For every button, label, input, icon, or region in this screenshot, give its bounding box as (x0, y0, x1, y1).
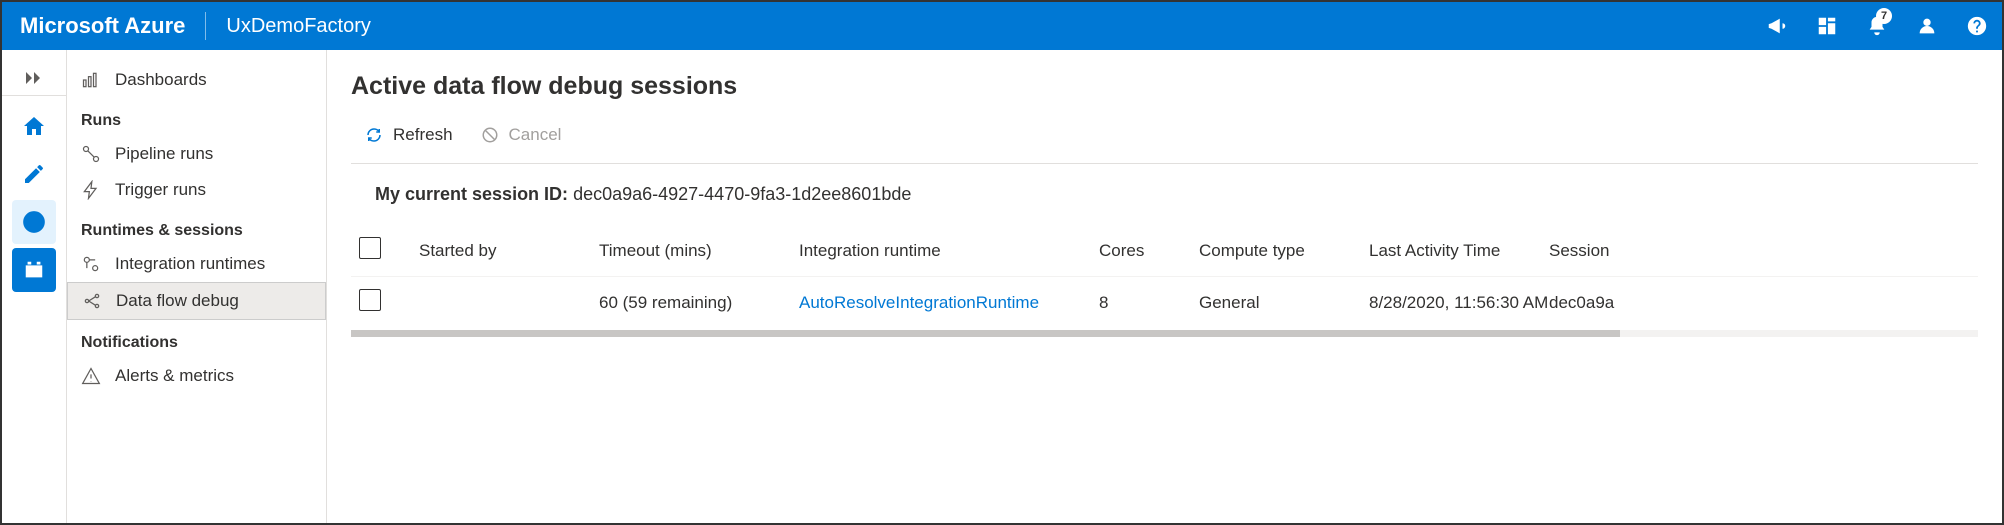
cell-cores: 8 (1099, 293, 1199, 313)
workspace-name: UxDemoFactory (226, 15, 370, 38)
cell-runtime-link[interactable]: AutoResolveIntegrationRuntime (799, 293, 1099, 313)
sidebar-item-alerts-metrics[interactable]: Alerts & metrics (67, 358, 326, 394)
sidebar-item-integration-runtimes[interactable]: Integration runtimes (67, 246, 326, 282)
sidebar-label: Data flow debug (116, 291, 239, 311)
session-id-label: My current session ID: (375, 184, 573, 204)
refresh-label: Refresh (393, 125, 453, 145)
session-id-value: dec0a9a6-4927-4470-9fa3-1d2ee8601bde (573, 184, 911, 204)
expand-rail-button[interactable] (2, 60, 66, 96)
sidebar-section-notifications: Notifications (67, 320, 326, 358)
sidebar-item-data-flow-debug[interactable]: Data flow debug (67, 282, 326, 320)
col-timeout[interactable]: Timeout (mins) (599, 241, 799, 261)
cell-last-activity: 8/28/2020, 11:56:30 AM (1369, 293, 1549, 313)
main-content: Active data flow debug sessions Refresh … (327, 50, 2002, 523)
table-row[interactable]: 60 (59 remaining) AutoResolveIntegration… (351, 276, 1978, 328)
sidebar-section-runtimes: Runtimes & sessions (67, 208, 326, 246)
sidebar-item-pipeline-runs[interactable]: Pipeline runs (67, 136, 326, 172)
session-id-row: My current session ID: dec0a9a6-4927-447… (351, 164, 1978, 225)
sidebar-label: Integration runtimes (115, 254, 265, 274)
table-header: Started by Timeout (mins) Integration ru… (351, 225, 1978, 276)
brand-label: Microsoft Azure (20, 13, 185, 39)
left-rail (2, 50, 67, 523)
col-runtime[interactable]: Integration runtime (799, 241, 1099, 261)
top-bar: Microsoft Azure UxDemoFactory 7 (2, 2, 2002, 50)
cell-session: dec0a9a (1549, 293, 1669, 313)
cell-compute: General (1199, 293, 1369, 313)
sidebar: Dashboards Runs Pipeline runs Trigger ru… (67, 50, 327, 523)
sidebar-item-dashboards[interactable]: Dashboards (67, 62, 326, 98)
page-title: Active data flow debug sessions (351, 72, 1978, 101)
rail-monitor[interactable] (12, 200, 56, 244)
sidebar-item-trigger-runs[interactable]: Trigger runs (67, 172, 326, 208)
rail-manage[interactable] (12, 248, 56, 292)
select-all-checkbox[interactable] (359, 237, 381, 259)
col-compute[interactable]: Compute type (1199, 241, 1369, 261)
col-last-activity[interactable]: Last Activity Time (1369, 241, 1549, 261)
toolbar: Refresh Cancel (351, 121, 1978, 164)
rail-home[interactable] (12, 104, 56, 148)
col-cores[interactable]: Cores (1099, 241, 1199, 261)
announce-icon[interactable] (1752, 2, 1802, 50)
row-checkbox[interactable] (359, 289, 381, 311)
notifications-icon[interactable]: 7 (1852, 2, 1902, 50)
feedback-icon[interactable] (1902, 2, 1952, 50)
sidebar-label: Alerts & metrics (115, 366, 234, 386)
brand-divider (205, 12, 206, 40)
sidebar-label: Trigger runs (115, 180, 206, 200)
panel-icon[interactable] (1802, 2, 1852, 50)
notification-badge: 7 (1876, 8, 1892, 24)
cancel-button: Cancel (481, 125, 562, 145)
sidebar-label: Dashboards (115, 70, 207, 90)
horizontal-scrollbar[interactable] (351, 330, 1978, 337)
sidebar-section-runs: Runs (67, 98, 326, 136)
sessions-table: Started by Timeout (mins) Integration ru… (351, 225, 1978, 337)
help-icon[interactable] (1952, 2, 2002, 50)
col-started-by[interactable]: Started by (419, 241, 599, 261)
sidebar-label: Pipeline runs (115, 144, 213, 164)
cancel-label: Cancel (509, 125, 562, 145)
refresh-button[interactable]: Refresh (365, 125, 453, 145)
cell-timeout: 60 (59 remaining) (599, 293, 799, 313)
rail-author[interactable] (12, 152, 56, 196)
col-session[interactable]: Session (1549, 241, 1669, 261)
